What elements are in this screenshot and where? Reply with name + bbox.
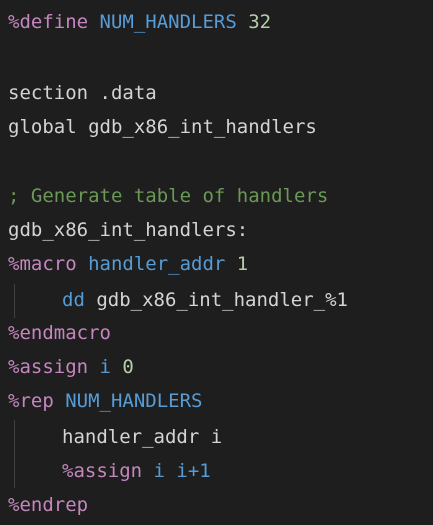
code-line-3[interactable]: section .data [8, 76, 157, 110]
code-line-10[interactable]: %endmacro [8, 316, 111, 350]
text-token: gdb_x86_int_handler_%1 [84, 289, 348, 311]
directive-token: %rep [8, 390, 54, 412]
directive-token: %assign [62, 460, 143, 482]
code-line-7[interactable]: gdb_x86_int_handlers: [8, 213, 248, 247]
identifier-token: handler_addr [76, 253, 226, 275]
number-token: 1 [225, 253, 249, 275]
code-line-1[interactable]: %define NUM_HANDLERS 32 [8, 5, 271, 39]
keyword-token: dd [62, 289, 85, 311]
code-line-11[interactable]: %assign i 0 [8, 350, 134, 384]
code-editor[interactable]: %define NUM_HANDLERS 32 section .data gl… [0, 0, 433, 525]
code-line-4[interactable]: global gdb_x86_int_handlers [8, 110, 317, 144]
directive-token: %endrep [8, 494, 89, 516]
identifier-token: i i+1 [142, 460, 211, 482]
code-line-15[interactable]: %endrep [8, 488, 88, 522]
directive-token: %define [8, 11, 89, 33]
code-line-9[interactable]: dd gdb_x86_int_handler_%1 [8, 283, 348, 317]
directive-token: %macro [8, 253, 77, 275]
directive-token: %endmacro [8, 322, 111, 344]
code-line-12[interactable]: %rep NUM_HANDLERS [8, 384, 202, 418]
code-line-14[interactable]: %assign i i+1 [8, 454, 211, 488]
identifier-token: NUM_HANDLERS [53, 390, 203, 412]
directive-token: %assign [8, 356, 89, 378]
code-line-8[interactable]: %macro handler_addr 1 [8, 247, 248, 281]
identifier-token: NUM_HANDLERS [88, 11, 237, 33]
identifier-token: i [88, 356, 111, 378]
number-token: 32 [236, 11, 272, 33]
number-token: 0 [110, 356, 134, 378]
code-line-13[interactable]: handler_addr i [8, 420, 222, 454]
code-line-6[interactable]: ; Generate table of handlers [8, 179, 328, 213]
